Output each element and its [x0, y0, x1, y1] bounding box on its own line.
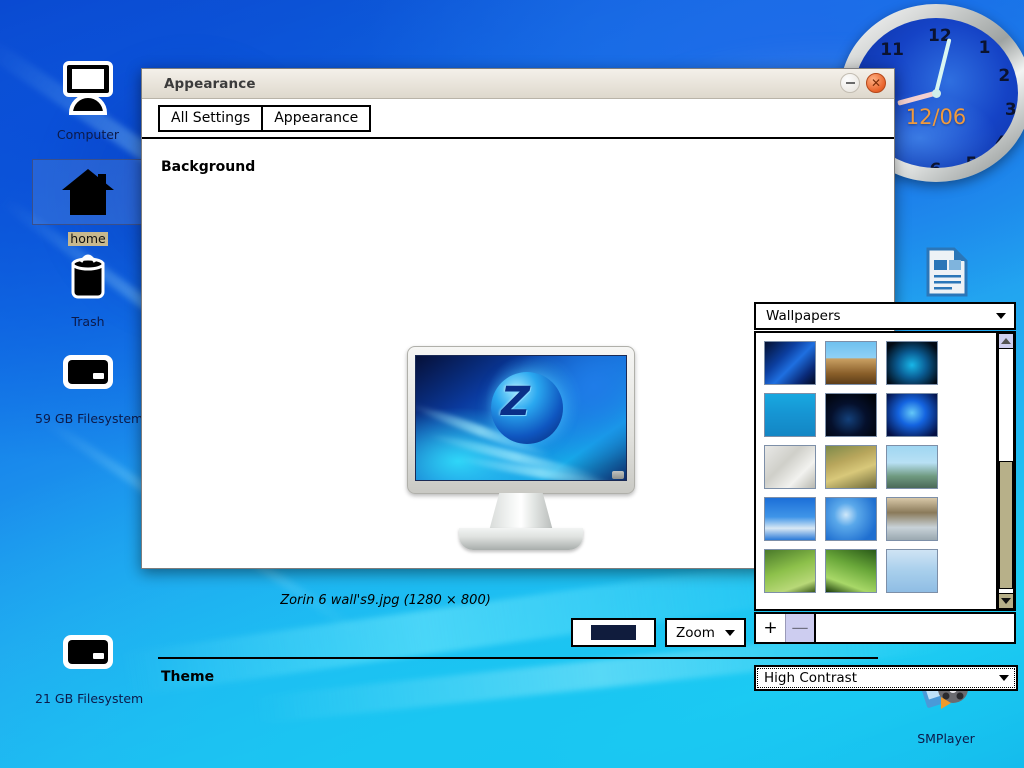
monitor-led	[612, 471, 624, 479]
libreoffice-writer-icon	[891, 240, 1001, 304]
scrollbar-trough[interactable]	[998, 349, 1014, 593]
clock-hour-hand	[897, 91, 937, 106]
background-section-title: Background	[161, 159, 255, 175]
appearance-window[interactable]: Appearance ✕ All Settings Appearance Bac…	[141, 68, 895, 569]
desktop-icon-label: Computer	[55, 128, 121, 142]
clock-number-6: 6	[929, 160, 941, 168]
wallpaper-thumbnail[interactable]	[825, 445, 877, 489]
minimize-button[interactable]	[840, 73, 860, 93]
preview-caption-wrap: Zorin 6 wall's9.jpg (1280 × 800)	[158, 589, 613, 608]
preview-caption: Zorin 6 wall's9.jpg (1280 × 800)	[280, 593, 491, 608]
desktop-icon-computer[interactable]: Computer	[33, 56, 143, 143]
wallpaper-thumbnail[interactable]	[764, 393, 816, 437]
background-style-controls: Zoom	[571, 618, 746, 647]
wallpaper-source-dropdown[interactable]: Wallpapers	[754, 302, 1016, 330]
clock-number-11: 11	[880, 40, 904, 60]
desktop[interactable]: Computer home Trash 59	[0, 0, 1024, 768]
clock-minute-hand	[934, 38, 951, 93]
background-fit-value: Zoom	[676, 625, 715, 641]
clock-number-1: 1	[979, 38, 991, 58]
clock-number-2: 2	[998, 66, 1010, 86]
wallpaper-thumbnail[interactable]	[825, 393, 877, 437]
remove-wallpaper-button: —	[786, 614, 816, 642]
background-color-swatch[interactable]	[571, 618, 656, 647]
wallpaper-source-value: Wallpapers	[766, 308, 841, 324]
theme-dropdown[interactable]: High Contrast	[754, 665, 1018, 691]
wallpaper-thumbnail[interactable]	[886, 341, 938, 385]
window-body: Background Z Zorin 6 wall's9.	[142, 139, 894, 568]
section-divider	[158, 657, 878, 659]
wallpaper-thumbnail[interactable]	[886, 497, 938, 541]
chevron-down-icon	[1001, 598, 1011, 604]
theme-selected-value: High Contrast	[764, 670, 857, 686]
chevron-down-icon	[725, 630, 735, 636]
window-titlebar[interactable]: Appearance ✕	[142, 69, 894, 99]
window-title: Appearance	[164, 76, 256, 92]
desktop-icon-trash[interactable]: Trash	[33, 243, 143, 330]
window-controls: ✕	[840, 73, 886, 93]
monitor-neck	[489, 493, 553, 531]
clock-center-pin	[932, 89, 941, 98]
scrollbar-thumb[interactable]	[999, 461, 1013, 589]
computer-icon	[33, 56, 143, 120]
trash-icon	[33, 243, 143, 307]
wallpaper-thumbnail[interactable]	[825, 497, 877, 541]
home-folder-icon	[33, 160, 143, 224]
wallpaper-thumbnail[interactable]	[886, 445, 938, 489]
tabs: All Settings Appearance	[158, 105, 371, 132]
zorin-logo-mark: Z	[501, 382, 530, 422]
desktop-icon-label: 21 GB Filesystem	[33, 692, 145, 706]
desktop-icon-filesystem-59gb[interactable]: 59 GB Filesystem	[33, 340, 143, 427]
monitor-frame: Z	[407, 346, 635, 494]
theme-section-title: Theme	[161, 669, 214, 685]
desktop-icon-home[interactable]: home	[33, 160, 143, 247]
scroll-down-button[interactable]	[998, 593, 1014, 609]
desktop-icon-label: SMPlayer	[915, 732, 977, 746]
desktop-icon-label: Trash	[69, 315, 106, 329]
wallpaper-thumbnail[interactable]	[825, 549, 877, 593]
clock-number-5: 5	[966, 154, 978, 168]
wallpaper-add-remove-bar: + —	[754, 612, 1016, 644]
drive-icon	[33, 620, 143, 684]
add-wallpaper-button[interactable]: +	[756, 614, 786, 642]
wallpaper-thumbnail[interactable]	[886, 549, 938, 593]
desktop-icon-label: 59 GB Filesystem	[33, 412, 145, 426]
wallpaper-preview-screen: Z	[415, 355, 627, 481]
scroll-up-button[interactable]	[998, 333, 1014, 349]
minimize-icon	[846, 82, 855, 84]
tab-strip: All Settings Appearance	[142, 99, 894, 139]
desktop-icon-filesystem-21gb[interactable]: 21 GB Filesystem	[33, 620, 143, 707]
wallpaper-thumbnail[interactable]	[764, 497, 816, 541]
chevron-down-icon	[999, 675, 1009, 681]
drive-icon	[33, 340, 143, 404]
monitor-preview: Z	[407, 346, 635, 551]
background-fit-dropdown[interactable]: Zoom	[665, 618, 746, 647]
wallpaper-scrollbar[interactable]	[996, 333, 1014, 609]
chevron-down-icon	[996, 313, 1006, 319]
wallpaper-thumbnail[interactable]	[886, 393, 938, 437]
wallpaper-thumbnail[interactable]	[764, 341, 816, 385]
wallpaper-list[interactable]	[754, 331, 1016, 611]
color-chip	[591, 625, 636, 640]
wallpaper-thumbnail[interactable]	[764, 549, 816, 593]
chevron-up-icon	[1001, 338, 1011, 344]
tab-appearance[interactable]: Appearance	[261, 107, 369, 130]
close-icon: ✕	[871, 77, 881, 89]
monitor-base	[459, 528, 583, 550]
close-button[interactable]: ✕	[866, 73, 886, 93]
wallpaper-thumbnail[interactable]	[825, 341, 877, 385]
wallpaper-thumbnail[interactable]	[764, 445, 816, 489]
wallpaper-thumbnail-grid[interactable]	[756, 333, 996, 609]
tab-all-settings[interactable]: All Settings	[160, 107, 261, 130]
clock-number-4: 4	[995, 133, 1007, 153]
